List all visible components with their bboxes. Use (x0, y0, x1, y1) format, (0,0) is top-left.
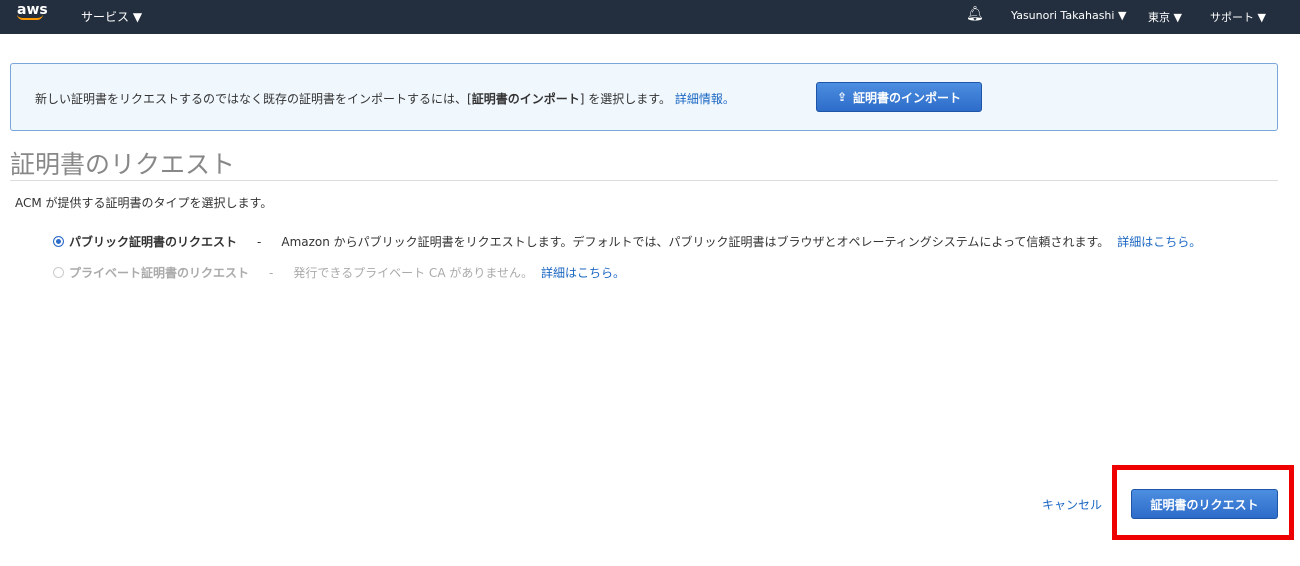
info-message: 新しい証明書をリクエストするのではなく既存の証明書をインポートするには、[証明書… (35, 92, 735, 106)
public-learn-more-link[interactable]: 詳細はこちら。 (1117, 233, 1201, 250)
region-menu[interactable]: 東京 ▼ (1148, 9, 1182, 25)
services-menu[interactable]: サービス ▼ (81, 8, 142, 25)
aws-logo[interactable]: aws (17, 2, 48, 20)
support-menu[interactable]: サポート ▼ (1210, 9, 1266, 25)
import-certificate-button[interactable]: ⇪ 証明書のインポート (816, 82, 982, 112)
option-private: プライベート証明書のリクエスト - 発行できるプライベート CA がありません。… (53, 264, 625, 281)
bell-icon[interactable]: 🔔︎ (966, 6, 984, 22)
radio-public[interactable] (53, 236, 64, 247)
cancel-link[interactable]: キャンセル (1042, 496, 1102, 513)
user-menu[interactable]: Yasunori Takahashi ▼ (1011, 9, 1126, 22)
top-nav: aws サービス ▼ 🔔︎ Yasunori Takahashi ▼ 東京 ▼ … (0, 0, 1300, 34)
radio-private (53, 267, 64, 278)
import-info-banner: 新しい証明書をリクエストするのではなく既存の証明書をインポートするには、[証明書… (10, 63, 1278, 131)
divider (10, 180, 1278, 181)
upload-icon: ⇪ (836, 90, 848, 104)
page-subtitle: ACM が提供する証明書のタイプを選択します。 (15, 196, 273, 210)
private-learn-more-link[interactable]: 詳細はこちら。 (541, 264, 625, 281)
highlight-box (1112, 465, 1294, 540)
option-public[interactable]: パブリック証明書のリクエスト - Amazon からパブリック証明書をリクエスト… (53, 233, 1201, 250)
learn-more-link[interactable]: 詳細情報。 (675, 92, 735, 106)
page-title: 証明書のリクエスト (10, 150, 236, 179)
